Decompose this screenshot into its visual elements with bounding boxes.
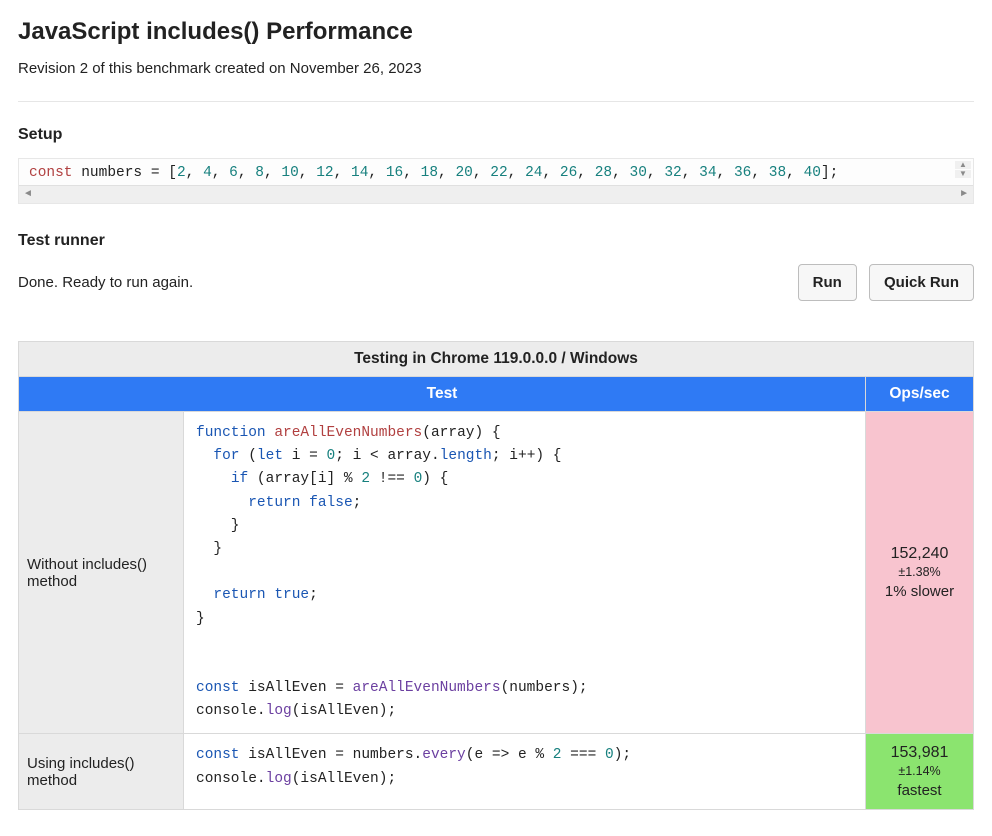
scroll-right-icon[interactable]: ► [959,188,969,199]
section-setup-heading: Setup [18,126,974,144]
col-ops-header: Ops/sec [866,377,974,412]
horizontal-scrollbar[interactable]: ◄ ► [19,185,973,203]
ops-cell: 152,240±1.38%1% slower [866,412,974,734]
setup-code: const numbers = [2, 4, 6, 8, 10, 12, 14,… [29,165,963,183]
results-table: Testing in Chrome 119.0.0.0 / Windows Te… [18,341,974,810]
runner-status: Done. Ready to run again. [18,274,193,291]
test-code-cell: function areAllEvenNumbers(array) { for … [184,412,866,734]
revision-meta: Revision 2 of this benchmark created on … [18,60,974,77]
scroll-left-icon[interactable]: ◄ [23,188,33,199]
divider [18,101,974,102]
quick-run-button[interactable]: Quick Run [869,264,974,301]
run-button[interactable]: Run [798,264,857,301]
table-caption: Testing in Chrome 119.0.0.0 / Windows [19,342,974,377]
page-title: JavaScript includes() Performance [18,18,974,46]
col-test-header: Test [19,377,866,412]
table-row: Using includes() methodconst isAllEven =… [19,734,974,810]
section-runner-heading: Test runner [18,232,974,250]
test-name-cell: Without includes() method [19,412,184,734]
test-code-cell: const isAllEven = numbers.every(e => e %… [184,734,866,810]
table-row: Without includes() methodfunction areAll… [19,412,974,734]
ops-cell: 153,981±1.14%fastest [866,734,974,810]
setup-code-box: ▲▼ const numbers = [2, 4, 6, 8, 10, 12, … [18,158,974,204]
test-name-cell: Using includes() method [19,734,184,810]
spinner-control[interactable]: ▲▼ [955,161,971,179]
